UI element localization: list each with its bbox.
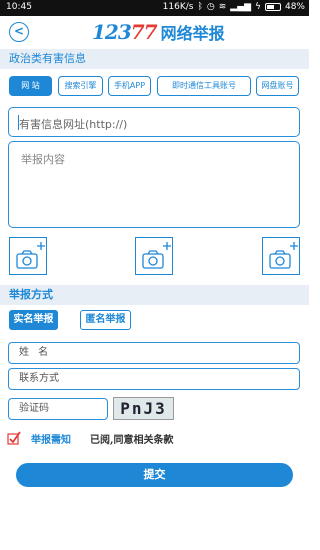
chevron-left-icon: < bbox=[13, 24, 25, 38]
captcha-placeholder: 验证码 bbox=[19, 403, 49, 414]
real-name-report-option[interactable]: 实名举报 bbox=[9, 310, 58, 330]
submit-button[interactable]: 提交 bbox=[16, 463, 293, 487]
camera-add-icon bbox=[16, 242, 45, 269]
back-button[interactable]: < bbox=[9, 22, 29, 42]
name-field[interactable]: 姓 名 bbox=[8, 342, 300, 364]
alarm-icon: ◷ bbox=[206, 2, 215, 12]
charging-icon: ϟ bbox=[255, 2, 261, 12]
page-title: 网络举报 bbox=[160, 24, 225, 43]
camera-add-icon bbox=[142, 242, 171, 269]
section-title-harmful: 政治类有害信息 bbox=[0, 49, 309, 69]
battery-icon bbox=[264, 3, 281, 11]
check-icon bbox=[7, 431, 21, 445]
contact-field[interactable]: 联系方式 bbox=[8, 368, 300, 390]
contact-placeholder: 联系方式 bbox=[19, 373, 59, 384]
bluetooth-icon: ᛒ bbox=[197, 2, 203, 12]
status-right-group: 116K/s ᛒ ◷ ≋ ▂▄▆ ϟ 48% bbox=[163, 2, 305, 12]
agree-checkbox[interactable] bbox=[7, 430, 21, 445]
section-title-method: 举报方式 bbox=[0, 285, 309, 305]
network-speed: 116K/s bbox=[162, 2, 194, 12]
tab-cloud-drive-account[interactable]: 网盘账号 bbox=[256, 76, 299, 96]
url-input[interactable]: 有害信息网址(http://) bbox=[8, 107, 300, 137]
tab-mobile-app[interactable]: 手机APP bbox=[108, 76, 151, 96]
add-photo-button-2[interactable] bbox=[135, 237, 173, 275]
app-logo: 12377 网络举报 bbox=[92, 20, 225, 44]
status-time: 10:45 bbox=[6, 2, 32, 12]
tab-search-engine[interactable]: 搜索引擎 bbox=[58, 76, 103, 96]
add-photo-button-3[interactable] bbox=[262, 237, 300, 275]
tab-im-account[interactable]: 即时通信工具账号 bbox=[157, 76, 251, 96]
app-header: < 12377 网络举报 bbox=[0, 16, 309, 48]
camera-add-icon bbox=[269, 242, 298, 269]
signal-icon: ▂▄▆ bbox=[230, 2, 252, 12]
captcha-field[interactable]: 验证码 bbox=[8, 398, 108, 420]
report-notice-link[interactable]: 举报需知 bbox=[31, 431, 71, 446]
report-content-textarea[interactable]: 举报内容 bbox=[8, 141, 300, 228]
battery-percent: 48% bbox=[284, 2, 305, 12]
agree-text: 已阅,同意相关条款 bbox=[90, 435, 174, 446]
anonymous-report-option[interactable]: 匿名举报 bbox=[80, 310, 131, 330]
logo-number: 12377 bbox=[92, 20, 158, 44]
url-placeholder: 有害信息网址(http://) bbox=[19, 118, 128, 131]
tab-website[interactable]: 网 站 bbox=[9, 76, 52, 96]
content-placeholder: 举报内容 bbox=[21, 153, 65, 166]
wifi-icon: ≋ bbox=[218, 2, 227, 12]
status-bar: 10:45 116K/s ᛒ ◷ ≋ ▂▄▆ ϟ 48% bbox=[0, 0, 309, 16]
name-placeholder: 姓 名 bbox=[19, 347, 52, 358]
captcha-image[interactable]: PnJ3 bbox=[113, 397, 174, 420]
add-photo-button-1[interactable] bbox=[9, 237, 47, 275]
